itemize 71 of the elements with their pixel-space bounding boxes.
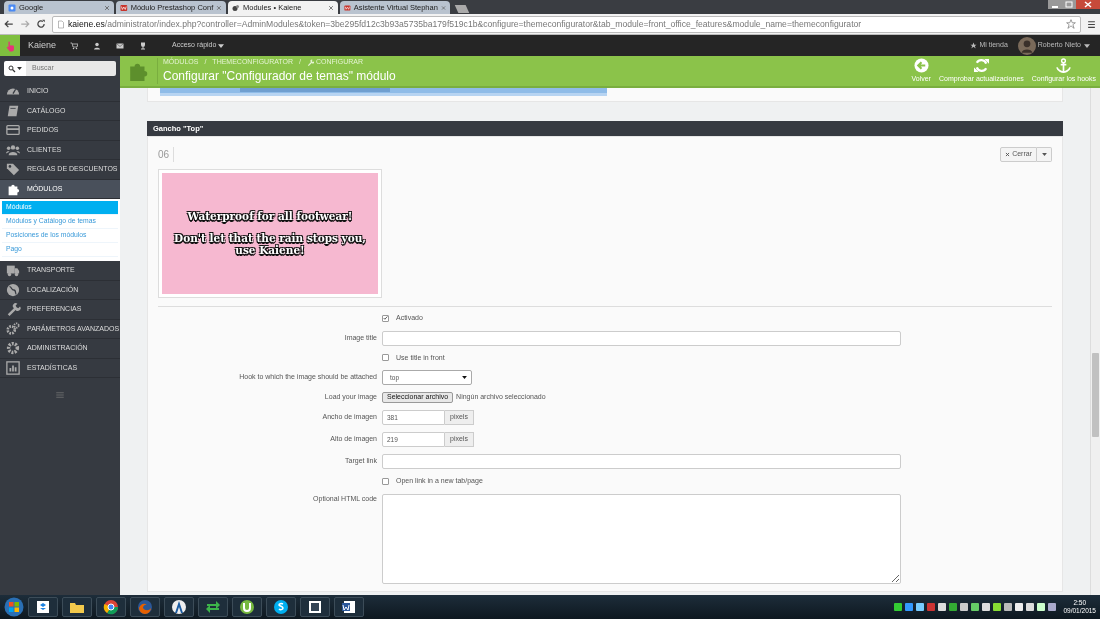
taskbar-app[interactable] (96, 597, 126, 617)
shop-name[interactable]: Kaiene (28, 38, 57, 53)
globe-icon (5, 282, 21, 297)
star-icon[interactable] (1066, 19, 1076, 29)
scrollbar-thumb[interactable] (1092, 353, 1099, 437)
reload-icon[interactable] (36, 19, 46, 29)
close-icon (1005, 152, 1011, 157)
people-icon (5, 142, 21, 157)
chat-icon (273, 599, 289, 615)
minimize-icon[interactable] (1048, 0, 1062, 9)
window-icon (307, 599, 323, 615)
caret-icon (17, 67, 22, 70)
close-icon[interactable] (104, 4, 110, 11)
document-icon (341, 599, 357, 615)
close-icon[interactable] (328, 4, 334, 11)
caret-icon (218, 43, 225, 48)
favicon-icon (232, 3, 240, 12)
checkbox[interactable] (382, 314, 389, 322)
refresh-icon (973, 57, 989, 73)
favicon-icon (120, 3, 128, 12)
envelope-icon[interactable] (116, 41, 125, 50)
search-button[interactable] (4, 61, 26, 76)
fox-icon (137, 599, 153, 615)
caret-icon (1084, 43, 1090, 48)
cart-icon[interactable] (70, 41, 79, 50)
banner-text: Don't let that the rain stops you, use Kaiene! (173, 233, 367, 257)
taskbar-app[interactable] (62, 597, 92, 617)
page-title: Configurar "Configurador de temas" módulo (163, 68, 397, 86)
trophy-icon[interactable] (139, 41, 148, 50)
menu-icon[interactable] (1087, 19, 1096, 29)
truck-icon (5, 263, 21, 278)
gears-icon (5, 321, 21, 336)
favicon-icon (344, 3, 351, 12)
new-tab-icon[interactable] (452, 4, 472, 14)
taskbar-app[interactable] (28, 597, 58, 617)
star-icon (970, 42, 978, 49)
arrows-icon (205, 599, 221, 615)
close-icon[interactable] (1076, 0, 1100, 9)
tag-icon (5, 162, 21, 177)
checkbox[interactable] (382, 477, 389, 485)
browser-icon (103, 599, 119, 615)
banner-text: Waterproof for all footwear! (187, 210, 353, 223)
avatar-icon (1017, 36, 1036, 55)
item-number: 06 (158, 147, 175, 162)
chart-icon (5, 360, 21, 375)
taskbar-app[interactable] (232, 597, 262, 617)
box-icon (35, 599, 51, 615)
taskbar-app[interactable] (266, 597, 296, 617)
card-icon (5, 123, 21, 138)
anchor-icon (1056, 57, 1072, 73)
caret-icon (1041, 153, 1047, 156)
gear-icon (5, 341, 21, 356)
wrench-icon (306, 58, 314, 66)
caret-icon (462, 376, 467, 379)
torrent-icon (239, 599, 255, 615)
dropdown-toggle-button[interactable] (1037, 147, 1052, 162)
user-icon[interactable] (93, 41, 102, 50)
start-button[interactable] (4, 597, 24, 617)
wrench-icon (5, 302, 21, 317)
taskbar-app[interactable] (300, 597, 330, 617)
favicon-icon (8, 3, 16, 12)
taskbar-app[interactable] (334, 597, 364, 617)
back-icon[interactable] (4, 19, 14, 29)
book-icon (5, 103, 21, 118)
search-icon (8, 64, 16, 73)
tower-icon (171, 599, 187, 615)
check-icon (383, 315, 388, 322)
checkbox[interactable] (382, 354, 389, 362)
taskbar-app[interactable] (164, 597, 194, 617)
address-bar[interactable]: kaiene.es/administrator/index.php?controller=AdminModules&token=3be295fd12c3b93a5735ba179f519c1b&configure=themeconfigurator&tab_module=front_office_features&module_name=themeconfigurator (52, 15, 1081, 33)
page-icon (57, 19, 65, 29)
